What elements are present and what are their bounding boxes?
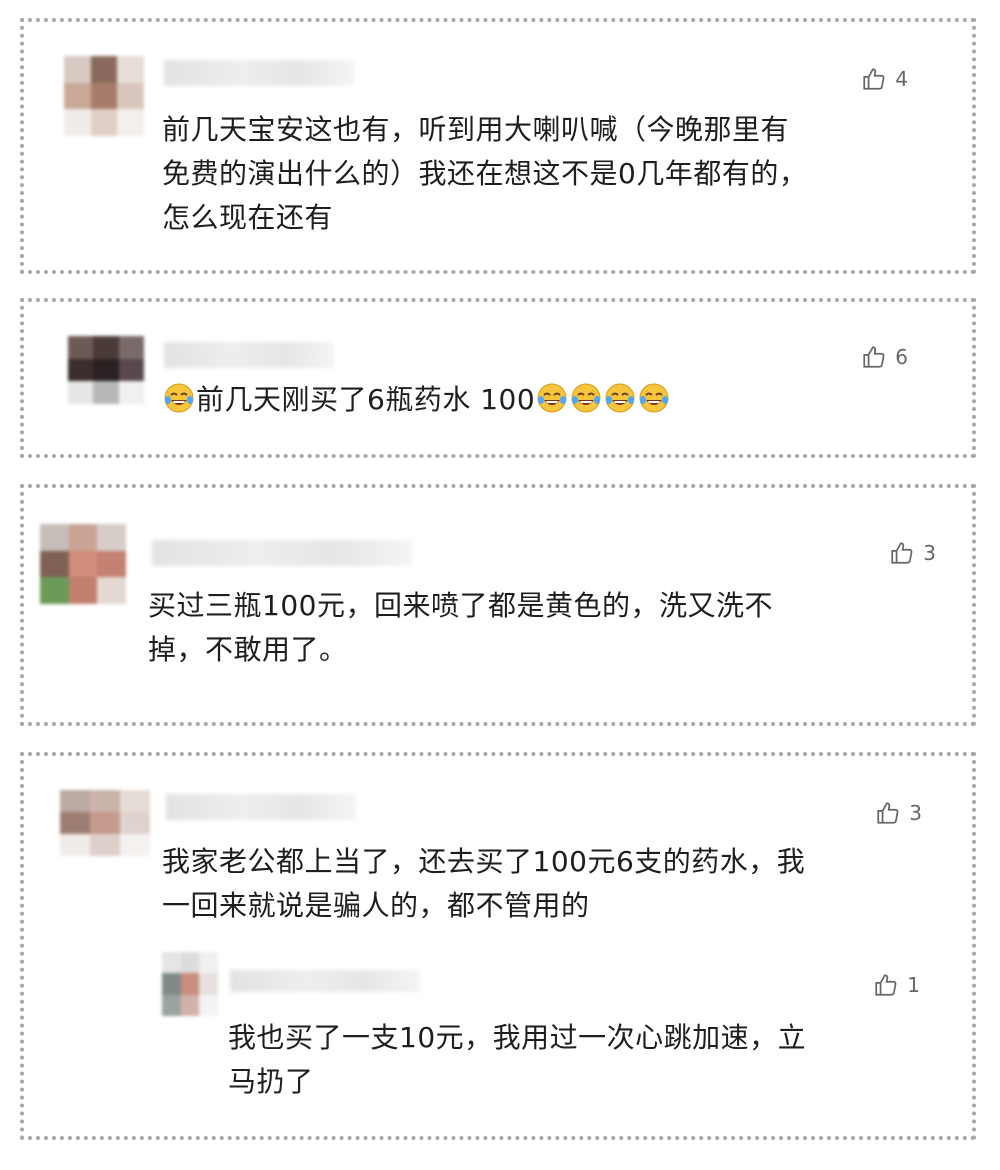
avatar[interactable]: [60, 790, 150, 856]
thumbs-up-icon: [863, 68, 885, 90]
like-button[interactable]: 6: [861, 344, 908, 370]
laughing-tears-emoji: [570, 382, 602, 414]
username[interactable]: [230, 970, 420, 992]
comment-line: 我家老公都上当了，还去买了100元6支的药水，我: [162, 845, 806, 878]
comment-line: 前几天刚买了6瓶药水 100: [196, 383, 536, 416]
thumbs-up-icon: [877, 802, 899, 824]
comment-line: 马扔了: [228, 1065, 314, 1098]
comment-card: 3 买过三瓶100元，回来喷了都是黄色的，洗又洗不 掉，不敢用了。: [20, 484, 976, 726]
like-count: 4: [895, 67, 908, 91]
comment-text: 我也买了一支10元，我用过一次心跳加速，立 马扔了: [228, 1016, 806, 1104]
thumbs-up-icon: [891, 542, 913, 564]
laughing-tears-emoji: [163, 382, 195, 414]
comment-card: 4 前几天宝安这也有，听到用大喇叭喊（今晚那里有 免费的演出什么的）我还在想这不…: [20, 18, 976, 274]
comment-line: 前几天宝安这也有，听到用大喇叭喊（今晚那里有: [162, 113, 790, 146]
laughing-tears-emoji: [536, 382, 568, 414]
like-count: 3: [909, 801, 922, 825]
like-button[interactable]: 1: [873, 972, 920, 998]
username[interactable]: [152, 540, 412, 566]
comment-line: 掉，不敢用了。: [148, 633, 348, 666]
laughing-tears-emoji: [604, 382, 636, 414]
like-count: 1: [907, 973, 920, 997]
avatar[interactable]: [162, 952, 218, 1016]
comment-text: 前几天刚买了6瓶药水 100: [162, 378, 671, 422]
comment-card: 3 我家老公都上当了，还去买了100元6支的药水，我 一回来就说是骗人的，都不管…: [20, 752, 976, 1140]
comment-card: 6 前几天刚买了6瓶药水 100: [20, 298, 976, 458]
username[interactable]: [164, 60, 354, 86]
username[interactable]: [164, 342, 334, 368]
comment-line: 一回来就说是骗人的，都不管用的: [162, 889, 590, 922]
like-button[interactable]: 4: [861, 66, 908, 92]
comment-text: 前几天宝安这也有，听到用大喇叭喊（今晚那里有 免费的演出什么的）我还在想这不是0…: [162, 108, 807, 240]
comment-text: 买过三瓶100元，回来喷了都是黄色的，洗又洗不 掉，不敢用了。: [148, 584, 773, 672]
username[interactable]: [166, 794, 356, 820]
comment-line: 免费的演出什么的）我还在想这不是0几年都有的，: [162, 157, 808, 190]
avatar[interactable]: [68, 336, 144, 404]
laughing-tears-emoji: [638, 382, 670, 414]
like-count: 6: [895, 345, 908, 369]
like-button[interactable]: 3: [889, 540, 936, 566]
avatar[interactable]: [64, 56, 144, 136]
thumbs-up-icon: [863, 346, 885, 368]
avatar[interactable]: [40, 524, 126, 604]
like-count: 3: [923, 541, 936, 565]
comment-line: 我也买了一支10元，我用过一次心跳加速，立: [228, 1021, 807, 1054]
comment-text: 我家老公都上当了，还去买了100元6支的药水，我 一回来就说是骗人的，都不管用的: [162, 840, 805, 928]
comment-line: 怎么现在还有: [162, 201, 334, 234]
like-button[interactable]: 3: [875, 800, 922, 826]
thumbs-up-icon: [875, 974, 897, 996]
comment-line: 买过三瓶100元，回来喷了都是黄色的，洗又洗不: [148, 589, 773, 622]
